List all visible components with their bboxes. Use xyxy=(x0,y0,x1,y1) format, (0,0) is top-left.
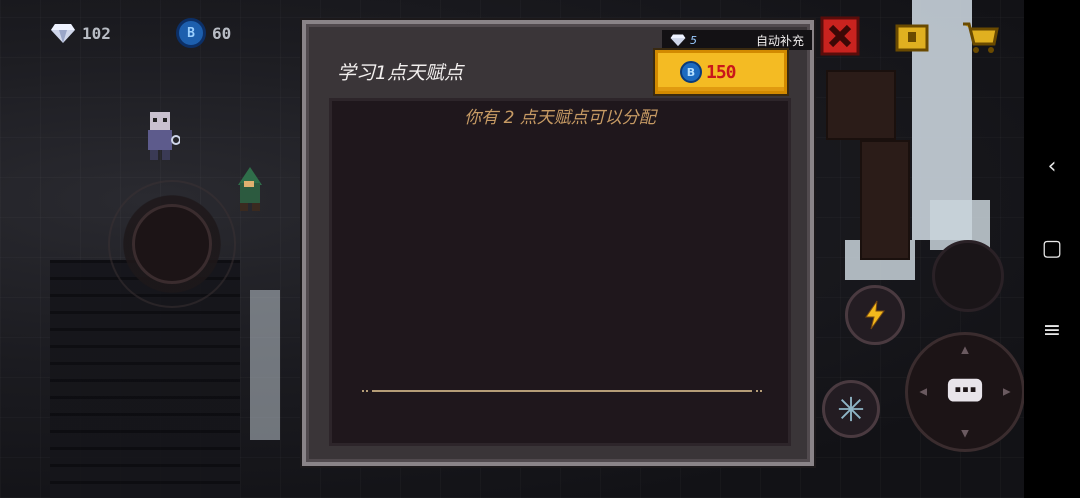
snowflake-skill-button[interactable] xyxy=(822,380,880,438)
companion-character xyxy=(232,165,268,213)
coin-count: 60 xyxy=(212,23,232,43)
gem-cost-value: 5 xyxy=(690,33,697,47)
rock xyxy=(826,70,896,140)
rock xyxy=(860,140,910,260)
coin-counter: B 60 xyxy=(176,18,231,48)
joystick-knob[interactable] xyxy=(132,204,212,284)
attack-button[interactable] xyxy=(905,332,1025,452)
weapon-slot[interactable] xyxy=(932,240,1004,312)
snow-patch xyxy=(250,290,280,440)
gem-icon xyxy=(670,33,686,47)
gem-count: 102 xyxy=(82,23,111,43)
lightning-skill-button[interactable] xyxy=(845,285,905,345)
gem-counter: 102 xyxy=(50,22,111,44)
home-icon[interactable]: ▢ xyxy=(1042,238,1063,260)
treasure-icon xyxy=(895,24,929,52)
menu-icon[interactable]: ≡ xyxy=(1043,320,1061,342)
coin-purchase-button[interactable]: B 150 xyxy=(655,50,787,94)
coin-cost-value: 150 xyxy=(706,61,736,83)
close-icon xyxy=(820,16,860,56)
coin-icon: B xyxy=(680,61,702,83)
shop-button[interactable] xyxy=(958,14,1002,58)
system-navigation-bar: ‹ ▢ ≡ xyxy=(1024,0,1080,498)
close-button[interactable] xyxy=(818,14,862,58)
talent-panel: 你有 2 点天赋点可以分配 xyxy=(329,98,791,446)
snowflake-skill-icon xyxy=(838,396,864,422)
dialog-title: 学习1点天赋点 xyxy=(337,62,464,84)
coin-icon: B xyxy=(176,18,206,48)
talent-points-message: 你有 2 点天赋点可以分配 xyxy=(464,108,656,128)
chat-icon xyxy=(919,346,1011,438)
lightning-skill-icon xyxy=(865,300,885,330)
gem-cost-bar: 5 自动补充 xyxy=(662,30,812,50)
learn-talent-dialog: 学习1点天赋点 5 自动补充 B 150 你有 2 点天赋点可以分配 xyxy=(302,20,814,466)
divider xyxy=(362,388,762,394)
auto-refill-label[interactable]: 自动补充 xyxy=(756,32,804,49)
gem-icon xyxy=(50,22,76,44)
shop-cart-icon xyxy=(963,22,999,53)
movement-joystick[interactable] xyxy=(108,180,236,308)
back-icon[interactable]: ‹ xyxy=(1048,156,1057,178)
player-character xyxy=(140,110,181,162)
treasure-button[interactable] xyxy=(890,14,934,58)
